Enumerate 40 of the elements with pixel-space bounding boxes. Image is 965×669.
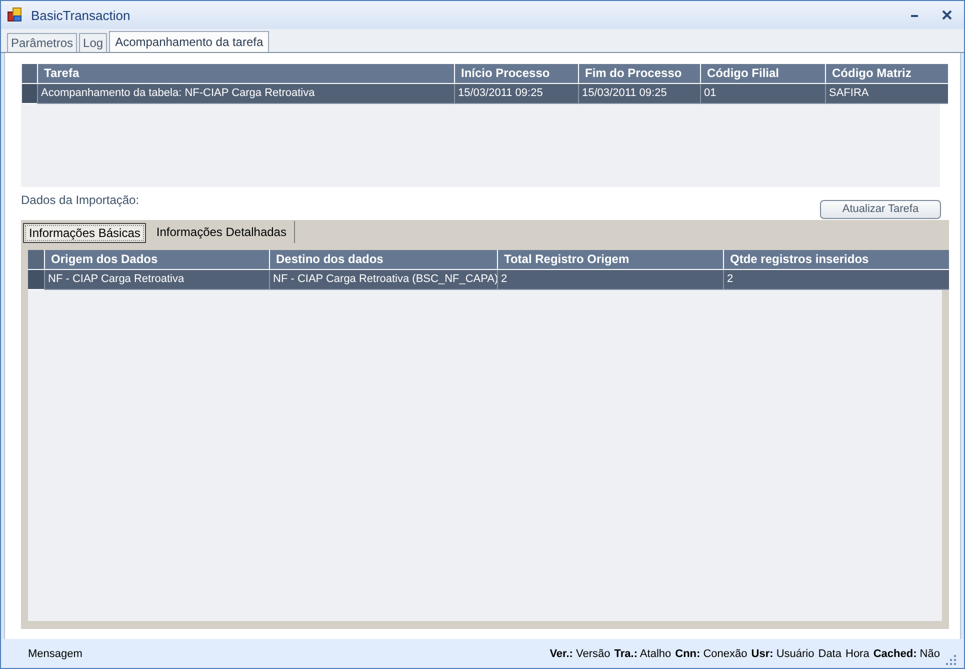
table-cell: NF - CIAP Carga Retroativa (BSC_NF_CAPA) [269, 270, 497, 290]
status-field: Usr: Usuário [751, 648, 814, 660]
tab[interactable]: Acompanhamento da tarefa [109, 31, 270, 52]
status-field: Data [818, 648, 842, 660]
section-label: Dados da Importação: [21, 193, 140, 207]
status-message: Mensagem [28, 648, 84, 660]
column-header[interactable]: Tarefa [37, 64, 454, 84]
table-cell: 2 [723, 270, 949, 290]
column-header[interactable]: Origem dos Dados [44, 250, 269, 270]
column-header[interactable]: Código Matriz [825, 64, 948, 84]
column-header[interactable]: Fim do Processo [578, 64, 700, 84]
status-field: Tra.: Atalho [614, 648, 672, 660]
tab[interactable]: Parâmetros [7, 33, 78, 52]
table-cell: 01 [700, 84, 825, 104]
resize-grip-icon[interactable] [946, 655, 956, 665]
column-header[interactable]: Destino dos dados [269, 250, 497, 270]
row-header[interactable] [28, 270, 44, 290]
column-header[interactable]: Qtde registros inseridos [723, 250, 949, 270]
status-field: Cached: Não [873, 648, 940, 660]
tab[interactable]: Log [79, 33, 108, 52]
table-cell: 2 [497, 270, 723, 290]
status-field: Ver.: Versão [550, 648, 610, 660]
status-field: Cnn: Conexão [675, 648, 748, 660]
window-title: BasicTransaction [31, 8, 132, 22]
corner-header [28, 250, 44, 270]
column-header[interactable]: Total Registro Origem [497, 250, 723, 270]
table-cell: 15/03/2011 09:25 [578, 84, 700, 104]
close-icon[interactable] [940, 9, 954, 21]
table-cell: NF - CIAP Carga Retroativa [44, 270, 269, 290]
column-header[interactable]: Início Processo [454, 64, 578, 84]
refresh-button[interactable]: Atualizar Tarefa [820, 200, 941, 218]
table-cell: 15/03/2011 09:25 [454, 84, 578, 104]
tab[interactable]: Informações Básicas [23, 223, 146, 243]
table-cell: SAFIRA [825, 84, 948, 104]
column-header[interactable]: Código Filial [700, 64, 825, 84]
row-header[interactable] [22, 84, 37, 104]
table-cell: Acompanhamento da tabela: NF-CIAP Carga Retroativa [37, 84, 454, 104]
corner-header [22, 64, 37, 84]
status-field: Hora [846, 648, 870, 660]
app-icon [7, 7, 23, 23]
